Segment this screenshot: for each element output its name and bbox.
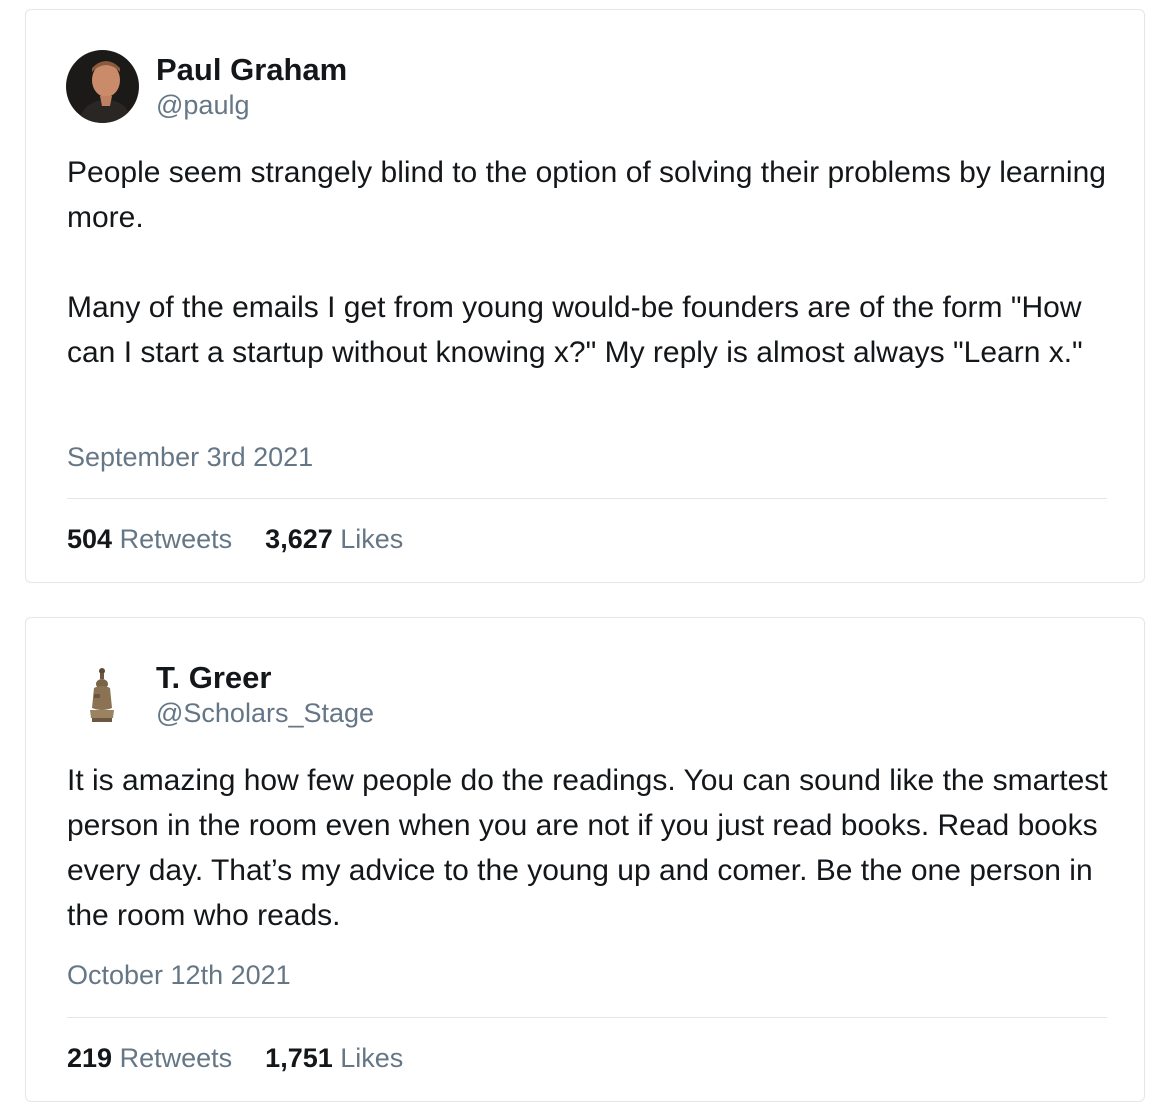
tweet-stats: 219 Retweets 1,751 Likes: [67, 1043, 403, 1074]
retweets-label: Retweets: [119, 1043, 233, 1073]
author-name[interactable]: Paul Graham: [156, 52, 347, 88]
tweet-paragraph: It is amazing how few people do the read…: [67, 764, 1108, 932]
author-name[interactable]: T. Greer: [156, 660, 271, 696]
tweet-paragraph: Many of the emails I get from young woul…: [67, 291, 1083, 369]
retweets-label: Retweets: [119, 524, 233, 554]
tweet-date[interactable]: September 3rd 2021: [67, 442, 313, 473]
tweet-text: People seem strangely blind to the optio…: [67, 150, 1117, 375]
avatar[interactable]: [66, 658, 139, 731]
tweet-card: Paul Graham @paulg People seem strangely…: [25, 9, 1145, 583]
author-handle[interactable]: @Scholars_Stage: [156, 698, 374, 729]
like-count: 3,627: [265, 524, 333, 554]
tweet-card: T. Greer @Scholars_Stage It is amazing h…: [25, 617, 1145, 1102]
retweet-count: 219: [67, 1043, 113, 1073]
statue-icon: [66, 658, 139, 731]
author-handle[interactable]: @paulg: [156, 90, 249, 121]
tweet-stats: 504 Retweets 3,627 Likes: [67, 524, 403, 555]
divider: [67, 498, 1107, 499]
retweet-count: 504: [67, 524, 113, 554]
tweet-text: It is amazing how few people do the read…: [67, 758, 1117, 938]
divider: [67, 1017, 1107, 1018]
person-photo-icon: [66, 50, 139, 123]
likes-label: Likes: [340, 524, 404, 554]
tweet-paragraph: People seem strangely blind to the optio…: [67, 156, 1106, 234]
tweet-date[interactable]: October 12th 2021: [67, 960, 291, 991]
likes-label: Likes: [340, 1043, 404, 1073]
avatar[interactable]: [66, 50, 139, 123]
like-count: 1,751: [265, 1043, 333, 1073]
